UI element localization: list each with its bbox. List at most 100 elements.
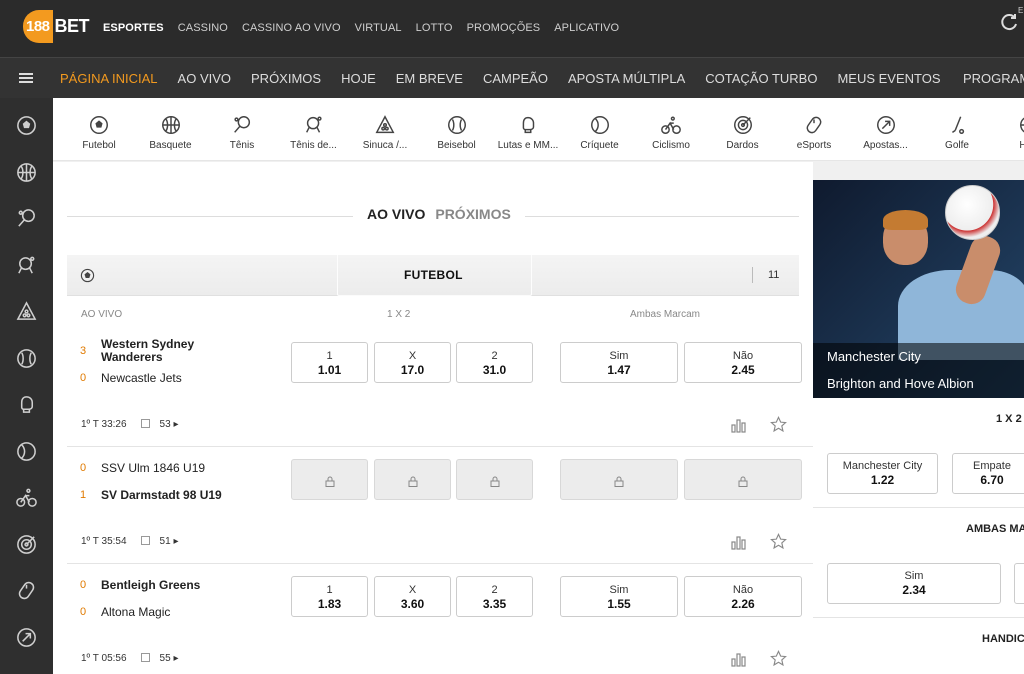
boxing-icon[interactable] <box>15 393 38 416</box>
subnav-item[interactable]: AO VIVO <box>178 71 231 86</box>
brand-logo[interactable]: 188 BET <box>23 10 90 43</box>
odd-button[interactable]: Sim 1.55 <box>560 576 678 617</box>
odd-button-locked[interactable] <box>374 459 451 500</box>
sport-item[interactable]: Han <box>994 114 1024 151</box>
sport-item[interactable]: Ciclismo <box>636 114 706 151</box>
sport-item[interactable]: Dardos <box>708 114 778 151</box>
baseball-icon[interactable] <box>15 347 38 370</box>
subnav-item[interactable]: MEUS EVENTOS <box>837 71 940 86</box>
odd-value: 1.47 <box>607 363 631 377</box>
team-score: 0 <box>80 462 87 474</box>
sport-label: Han <box>1019 140 1024 151</box>
top-nav-item[interactable]: CASSINO AO VIVO <box>242 22 341 34</box>
soccer-icon[interactable] <box>15 114 38 137</box>
match-row[interactable]: 0 Bentleigh Greens 0 Altona Magic 1 1.83 X 3.60… <box>67 569 802 674</box>
subnav-item[interactable]: COTAÇÃO TURBO <box>705 71 817 86</box>
table-tennis-icon <box>303 114 325 136</box>
chevron-right-icon[interactable]: ▸ <box>171 653 178 664</box>
subnav-item[interactable]: APOSTA MÚLTIPLA <box>568 71 685 86</box>
statistics-icon[interactable] <box>730 534 746 550</box>
sport-item[interactable]: Lutas e MM... <box>493 114 563 151</box>
featured-odd-no[interactable] <box>1014 563 1024 604</box>
featured-odd-home[interactable]: Manchester City 1.22 <box>827 453 938 494</box>
bets-icon[interactable] <box>15 626 38 649</box>
menu-icon[interactable] <box>19 73 33 83</box>
odd-label: Não <box>732 584 754 596</box>
stream-icon[interactable] <box>140 653 150 662</box>
top-nav-item[interactable]: APLICATIVO <box>554 22 619 34</box>
markets-count[interactable]: 55 <box>160 653 171 664</box>
subnav-item-program[interactable]: PROGRAM <box>963 71 1024 86</box>
sport-item[interactable]: Críquete <box>565 114 635 151</box>
tennis-icon[interactable] <box>15 207 38 230</box>
darts-icon[interactable] <box>15 533 38 556</box>
sport-item[interactable]: Futebol <box>64 114 134 151</box>
sport-item[interactable]: Basquete <box>136 114 206 151</box>
basketball-icon <box>160 114 182 136</box>
snooker-icon[interactable] <box>15 300 38 323</box>
esports-icon[interactable] <box>15 579 38 602</box>
odd-button-locked[interactable] <box>291 459 368 500</box>
tab-upcoming[interactable]: PRÓXIMOS <box>435 206 510 222</box>
featured-odd-yes[interactable]: Sim 2.34 <box>827 563 1001 604</box>
subnav-item[interactable]: PÁGINA INICIAL <box>60 71 158 86</box>
favorite-star-icon[interactable] <box>770 533 787 550</box>
odd-button[interactable]: Sim 1.47 <box>560 342 678 383</box>
stream-icon[interactable] <box>140 419 150 428</box>
favorite-star-icon[interactable] <box>770 416 787 433</box>
subnav-item[interactable]: CAMPEÃO <box>483 71 548 86</box>
featured-odd-draw[interactable]: Empate 6.70 <box>952 453 1024 494</box>
statistics-icon[interactable] <box>730 651 746 667</box>
odd-button-locked[interactable] <box>456 459 533 500</box>
match-row[interactable]: 0 SSV Ulm 1846 U19 1 SV Darmstadt 98 U19 1º … <box>67 452 813 569</box>
stream-icon[interactable] <box>140 536 150 545</box>
markets-count[interactable]: 53 <box>160 419 171 430</box>
odd-button[interactable]: 2 3.35 <box>456 576 533 617</box>
team-score: 3 <box>80 345 87 357</box>
odd-button[interactable]: 2 31.0 <box>456 342 533 383</box>
markets-count[interactable]: 51 <box>160 536 171 547</box>
subnav-item[interactable]: PRÓXIMOS <box>251 71 321 86</box>
top-nav-item[interactable]: VIRTUAL <box>355 22 402 34</box>
odd-button-locked[interactable] <box>684 459 802 500</box>
featured-match-panel: Manchester City Brighton and Hove Albion… <box>813 180 1024 674</box>
odd-button[interactable]: 1 1.01 <box>291 342 368 383</box>
boxing-icon <box>517 114 539 136</box>
subnav-item[interactable]: HOJE <box>341 71 376 86</box>
sport-item[interactable]: Golfe <box>922 114 992 151</box>
odd-button-locked[interactable] <box>560 459 678 500</box>
sport-item[interactable]: Tênis <box>207 114 277 151</box>
odd-value: 2.34 <box>902 583 926 597</box>
odd-button[interactable]: Não 2.26 <box>684 576 802 617</box>
odd-button[interactable]: X 17.0 <box>374 342 451 383</box>
sport-item[interactable]: Sinuca /... <box>350 114 420 151</box>
baseball-icon <box>446 114 468 136</box>
odd-button[interactable]: X 3.60 <box>374 576 451 617</box>
featured-match-image[interactable]: Manchester City Brighton and Hove Albion <box>813 180 1024 398</box>
top-nav-item[interactable]: ESPORTES <box>103 22 164 34</box>
sport-item[interactable]: Apostas... <box>851 114 921 151</box>
tab-live[interactable]: AO VIVO <box>367 206 425 222</box>
sport-section-header[interactable]: FUTEBOL 11 <box>67 255 799 296</box>
refresh-icon[interactable] <box>999 12 1019 32</box>
top-nav-item[interactable]: CASSINO <box>178 22 228 34</box>
basketball-icon[interactable] <box>15 161 38 184</box>
top-nav-item[interactable]: LOTTO <box>416 22 453 34</box>
sport-item[interactable]: Tênis de... <box>279 114 349 151</box>
chevron-right-icon[interactable]: ▸ <box>171 419 178 430</box>
subnav-item[interactable]: EM BREVE <box>396 71 463 86</box>
odd-button[interactable]: Não 2.45 <box>684 342 802 383</box>
odd-button[interactable]: 1 1.83 <box>291 576 368 617</box>
cricket-icon[interactable] <box>15 440 38 463</box>
statistics-icon[interactable] <box>730 417 746 433</box>
top-navigation: ESPORTES CASSINO CASSINO AO VIVO VIRTUAL LOT… <box>103 22 619 34</box>
chevron-right-icon[interactable]: ▸ <box>171 536 178 547</box>
match-row[interactable]: 3 Western Sydney Wanderers 0 Newcastle Jets… <box>67 335 813 452</box>
sport-item[interactable]: Beisebol <box>422 114 492 151</box>
cycling-icon[interactable] <box>15 486 38 509</box>
top-nav-item[interactable]: PROMOÇÕES <box>467 22 541 34</box>
team-name: Bentleigh Greens <box>101 578 201 592</box>
favorite-star-icon[interactable] <box>770 650 787 667</box>
sport-item[interactable]: eSports <box>779 114 849 151</box>
table-tennis-icon[interactable] <box>15 254 38 277</box>
